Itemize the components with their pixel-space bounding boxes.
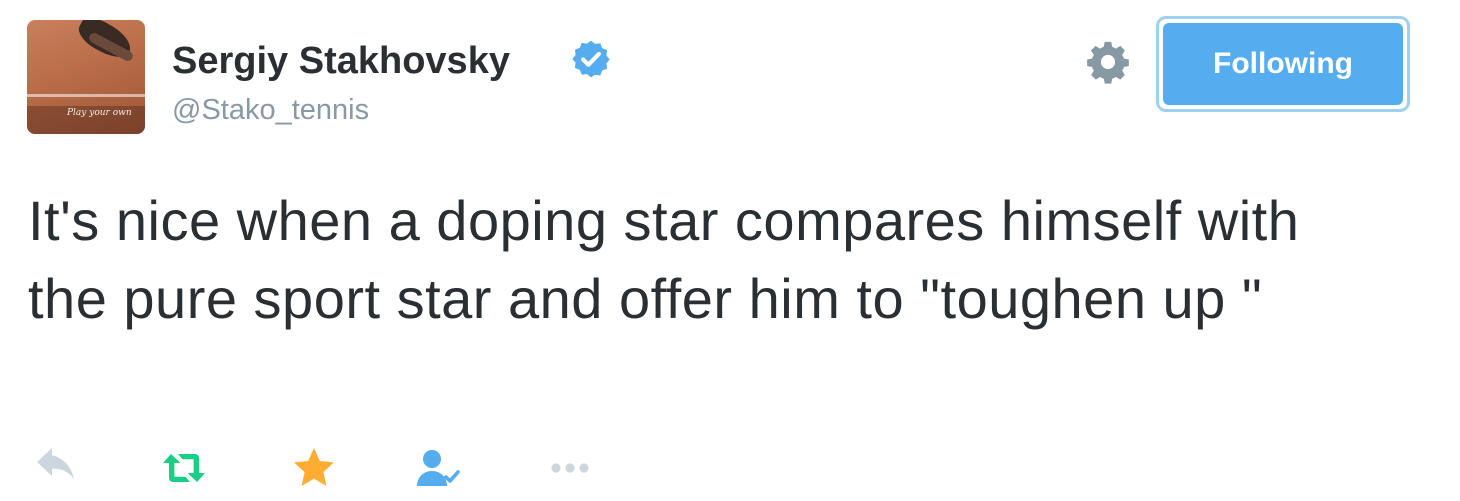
- author-handle[interactable]: @Stako_tennis: [172, 92, 369, 128]
- avatar-court-line: [27, 94, 145, 97]
- follow-user-icon[interactable]: [414, 444, 462, 492]
- more-dots-icon[interactable]: [546, 444, 594, 492]
- avatar[interactable]: Play your own: [27, 20, 145, 134]
- retweet-icon[interactable]: [160, 444, 208, 492]
- star-icon[interactable]: [290, 444, 338, 492]
- author-display-name[interactable]: Sergiy Stakhovsky: [172, 38, 510, 84]
- tweet-text: It's nice when a doping star compares hi…: [28, 189, 1300, 330]
- following-button-label: Following: [1163, 23, 1403, 105]
- reply-icon[interactable]: [32, 444, 80, 492]
- verified-badge-icon: [572, 40, 610, 78]
- following-button[interactable]: Following: [1156, 16, 1410, 112]
- avatar-tagline: Play your own: [67, 108, 132, 118]
- gear-icon[interactable]: [1085, 39, 1131, 85]
- tweet-actions: [0, 444, 700, 496]
